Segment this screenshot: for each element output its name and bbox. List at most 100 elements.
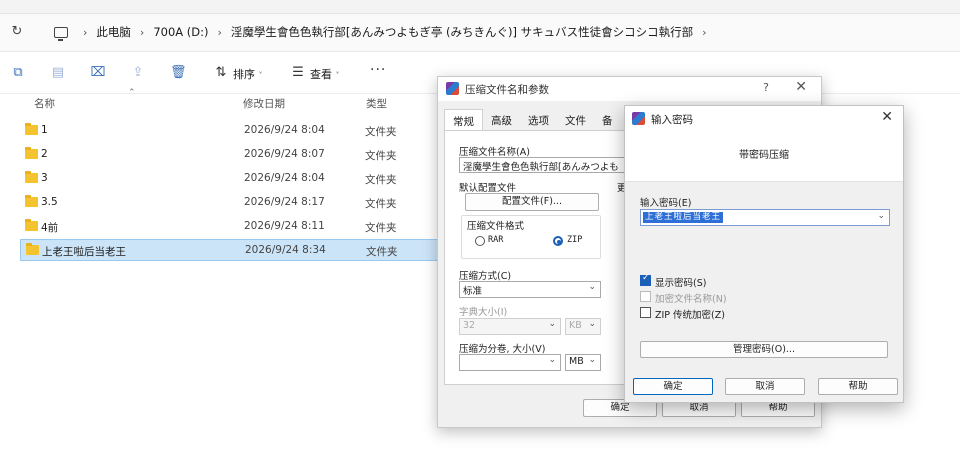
file-date: 2026/9/24 8:04: [244, 124, 325, 136]
archive-name-label: 压缩文件名称(A): [459, 147, 530, 158]
file-row[interactable]: 2 2026/9/24 8:07 文件夹: [20, 144, 440, 166]
format-zip-label: ZIP: [567, 235, 583, 245]
view-icon: ☰: [292, 65, 304, 80]
password-value: 上老王啦后当老王: [643, 212, 724, 223]
format-zip-radio[interactable]: [553, 236, 563, 246]
breadcrumb-folder[interactable]: 淫魔學生會色色執行部[あんみつよもぎ亭 (みちきんぐ)] サキュバス性徒會シコシ…: [231, 24, 693, 40]
profile-label: 默认配置文件: [459, 183, 517, 194]
sort-up-icon: ⌃: [128, 88, 136, 98]
dialog-titlebar[interactable]: 输入密码 ✕: [625, 106, 903, 130]
share-icon[interactable]: ⇪: [130, 65, 146, 81]
winrar-icon: [446, 82, 459, 95]
close-icon[interactable]: ✕: [795, 79, 807, 95]
more-options-button[interactable]: ···: [370, 62, 386, 78]
file-date: 2026/9/24 8:07: [244, 148, 325, 160]
chevron-down-icon: ˅: [258, 71, 263, 80]
help-icon[interactable]: ?: [763, 81, 769, 94]
folder-icon: [25, 147, 38, 159]
file-type: 文件夹: [365, 174, 397, 186]
breadcrumb[interactable]: › 此电脑 › 700A (D:) › 淫魔學生會色色執行部[あんみつよもぎ亭 …: [46, 18, 716, 46]
file-name: 1: [41, 124, 48, 136]
dialog-heading: 带密码压缩: [739, 150, 789, 161]
password-dialog: 输入密码 ✕ 带密码压缩 输入密码(E) 上老王啦后当老王 ⌄ 显示密码(S) …: [624, 105, 904, 403]
file-type: 文件夹: [365, 150, 397, 162]
encrypt-names-checkbox[interactable]: [640, 291, 651, 302]
file-name: 3: [41, 172, 48, 184]
format-rar-radio[interactable]: [475, 236, 485, 246]
refresh-icon[interactable]: ↻: [8, 23, 26, 41]
file-type: 文件夹: [366, 246, 398, 258]
chevron-right-icon: ›: [139, 25, 145, 39]
dict-unit-select[interactable]: KB ⌄: [565, 318, 601, 335]
folder-icon: [25, 123, 38, 135]
format-group-label: 压缩文件格式: [467, 221, 525, 232]
method-value: 标准: [463, 286, 483, 297]
file-name: 3.5: [41, 196, 58, 208]
help-button[interactable]: 帮助: [818, 378, 898, 395]
breadcrumb-this-pc[interactable]: 此电脑: [96, 24, 131, 40]
column-header-date[interactable]: 修改日期: [243, 96, 285, 111]
profiles-button[interactable]: 配置文件(F)...: [465, 193, 599, 211]
sort-button[interactable]: 排序 ˅: [233, 66, 263, 82]
file-date: 2026/9/24 8:17: [244, 196, 325, 208]
chevron-down-icon: ⌄: [548, 319, 556, 329]
folder-icon: [25, 195, 38, 207]
paste-icon[interactable]: ▤: [50, 65, 66, 81]
dialog-titlebar[interactable]: 压缩文件名和参数 ? ✕: [438, 77, 821, 101]
file-type: 文件夹: [365, 198, 397, 210]
dict-size-select[interactable]: 32 ⌄: [459, 318, 561, 335]
dialog-title: 输入密码: [651, 114, 693, 126]
chevron-right-icon[interactable]: ›: [702, 26, 706, 39]
tab-files[interactable]: 文件: [557, 109, 594, 131]
split-size-input[interactable]: ⌄: [459, 354, 561, 371]
tab-backup[interactable]: 备: [594, 109, 621, 131]
password-input[interactable]: 上老王啦后当老王 ⌄: [640, 209, 890, 226]
sort-label: 排序: [233, 68, 255, 81]
window-tab-strip: [0, 0, 960, 14]
split-unit-select[interactable]: MB ⌄: [565, 354, 601, 371]
file-row[interactable]: 4前 2026/9/24 8:11 文件夹: [20, 216, 440, 238]
file-row[interactable]: 3 2026/9/24 8:04 文件夹: [20, 168, 440, 190]
chevron-down-icon: ⌄: [588, 355, 596, 365]
file-row-selected[interactable]: 上老王啦后当老王 2026/9/24 8:34 文件夹: [20, 239, 440, 261]
desktop: ↻ › 此电脑 › 700A (D:) › 淫魔學生會色色執行部[あんみつよもぎ…: [0, 0, 960, 466]
folder-icon: [26, 243, 39, 255]
file-row[interactable]: 3.5 2026/9/24 8:17 文件夹: [20, 192, 440, 214]
file-type: 文件夹: [365, 222, 397, 234]
encrypt-names-label: 加密文件名称(N): [655, 294, 727, 305]
method-select[interactable]: 标准 ⌄: [459, 281, 601, 298]
tab-advanced[interactable]: 高级: [483, 109, 520, 131]
computer-icon: [54, 26, 68, 41]
archive-name-input[interactable]: 淫魔學生會色色執行部[あんみつよも: [459, 157, 631, 173]
breadcrumb-drive[interactable]: 700A (D:): [153, 25, 208, 39]
delete-icon[interactable]: 🗑: [170, 65, 187, 81]
file-date: 2026/9/24 8:04: [244, 172, 325, 184]
show-password-label: 显示密码(S): [655, 278, 707, 289]
copy-icon[interactable]: ⧉: [10, 65, 26, 81]
file-name: 上老王啦后当老王: [42, 246, 126, 258]
column-header-type[interactable]: 类型: [366, 96, 387, 111]
close-icon[interactable]: ✕: [881, 109, 893, 125]
zip-legacy-label: ZIP 传统加密(Z): [655, 310, 725, 321]
view-button[interactable]: 查看 ˅: [310, 66, 340, 82]
file-date: 2026/9/24 8:11: [244, 220, 325, 232]
address-bar: ↻ › 此电脑 › 700A (D:) › 淫魔學生會色色執行部[あんみつよもぎ…: [0, 14, 960, 52]
file-name: 4前: [41, 222, 59, 234]
cancel-button[interactable]: 取消: [725, 378, 805, 395]
file-row[interactable]: 1 2026/9/24 8:04 文件夹: [20, 120, 440, 142]
folder-icon: [25, 219, 38, 231]
tab-options[interactable]: 选项: [520, 109, 557, 131]
zip-legacy-checkbox[interactable]: [640, 307, 651, 318]
dict-size-label: 字典大小(I): [459, 307, 508, 318]
rename-icon[interactable]: ⌧: [90, 65, 106, 81]
column-header-name[interactable]: 名称: [34, 96, 55, 111]
chevron-down-icon[interactable]: ⌄: [877, 211, 885, 221]
manage-passwords-button[interactable]: 管理密码(O)...: [640, 341, 888, 358]
show-password-checkbox[interactable]: [640, 273, 651, 286]
chevron-right-icon: ›: [83, 25, 88, 39]
format-rar-label: RAR: [488, 235, 504, 245]
file-date: 2026/9/24 8:34: [245, 244, 326, 256]
tab-general[interactable]: 常规: [444, 109, 483, 131]
ok-button[interactable]: 确定: [633, 378, 713, 395]
chevron-down-icon: ⌄: [588, 319, 596, 329]
